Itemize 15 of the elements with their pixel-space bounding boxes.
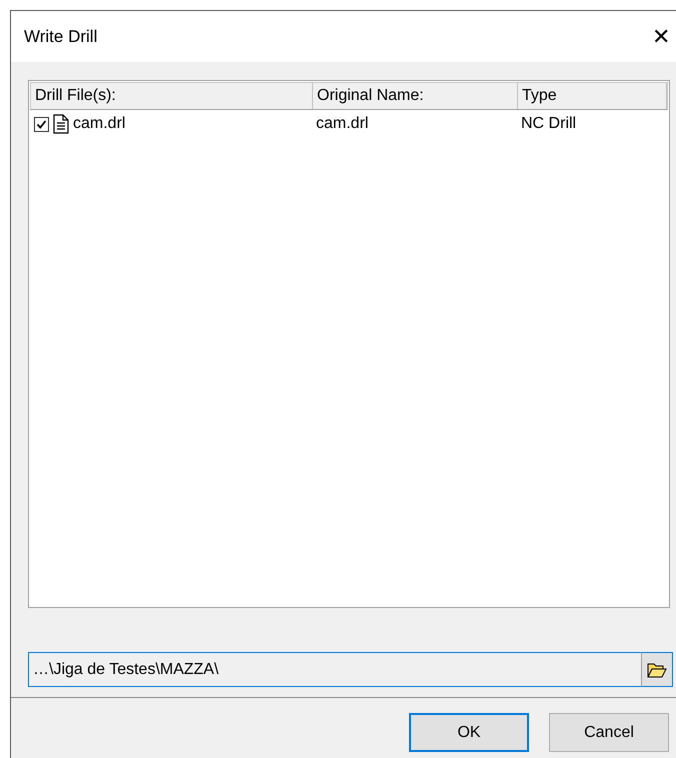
window-title: Write Drill [24, 26, 98, 46]
folder-icon [647, 662, 667, 678]
dialog-button[interactable]: Cancel [549, 713, 669, 752]
close-button[interactable]: ✕ [649, 24, 673, 50]
dialog-button[interactable]: OK [409, 713, 529, 752]
column-header[interactable]: Original Name: [313, 83, 518, 109]
column-header[interactable]: Type [518, 83, 667, 109]
path-field[interactable]: …\Jiga de Testes\MAZZA\ [28, 652, 641, 687]
document-icon [53, 114, 69, 134]
table-cell: NC Drill [521, 115, 576, 133]
table-cell: cam.drl [316, 115, 368, 133]
file-name[interactable]: cam.drl [73, 115, 126, 133]
column-header[interactable]: Drill File(s): [31, 83, 313, 109]
browse-button[interactable] [641, 652, 673, 687]
checkbox[interactable] [34, 116, 49, 132]
